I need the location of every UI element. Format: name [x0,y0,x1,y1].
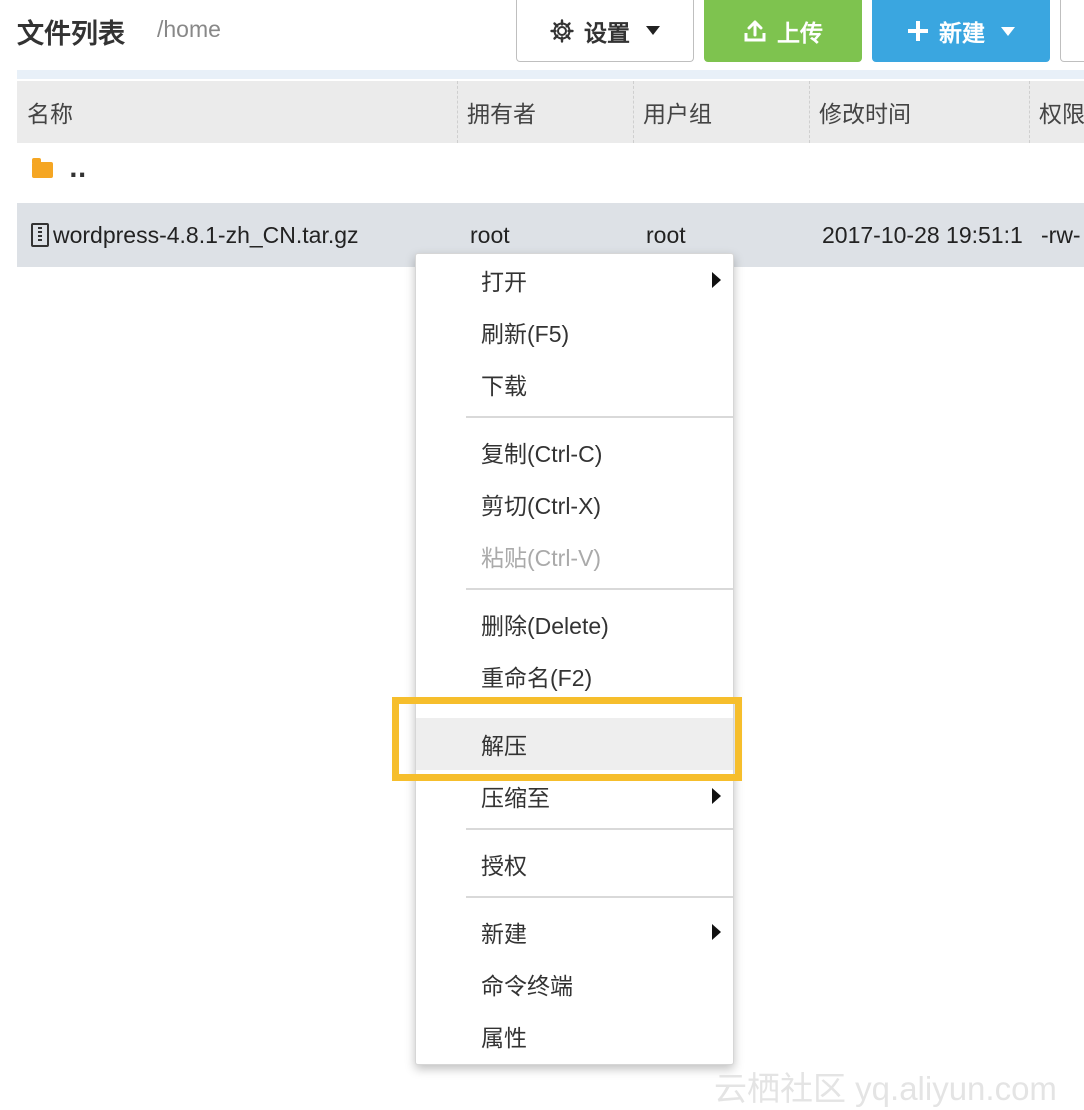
menu-item-download[interactable]: 下载 [416,358,733,410]
column-header-owner[interactable]: 拥有者 [457,81,633,143]
menu-item-label: 属性 [481,1025,527,1051]
settings-button[interactable]: 设置 [516,0,694,62]
menu-item-label: 命令终端 [481,973,573,999]
menu-item-properties[interactable]: 属性 [416,1010,733,1062]
menu-item-copy[interactable]: 复制(Ctrl-C) [416,426,733,478]
menu-item-label: 粘贴(Ctrl-V) [481,545,602,571]
parent-directory-label: .. [69,157,87,183]
watermark: 云栖社区 yq.aliyun.com [714,1070,1057,1107]
menu-item-label: 压缩至 [481,785,550,811]
upload-button[interactable]: 上传 [704,0,862,62]
menu-item-permission[interactable]: 授权 [416,838,733,890]
extra-button[interactable] [1060,0,1084,62]
menu-item-delete[interactable]: 删除(Delete) [416,598,733,650]
new-button[interactable]: 新建 [872,0,1050,62]
menu-item-new[interactable]: 新建 [416,906,733,958]
menu-separator [466,416,733,418]
menu-item-label: 新建 [481,921,527,947]
menu-item-label: 删除(Delete) [481,613,609,639]
menu-separator [466,896,733,898]
plus-icon [908,21,928,41]
file-name-cell: wordpress-4.8.1-zh_CN.tar.gz [31,203,451,267]
table-topline [17,70,1084,79]
context-menu: 打开 刷新(F5) 下载 复制(Ctrl-C) 剪切(Ctrl-X) 粘贴(Ct… [415,253,734,1065]
chevron-down-icon [646,26,660,35]
upload-icon [744,20,766,42]
archive-file-icon [31,223,49,247]
upload-label: 上传 [777,21,823,47]
file-name: wordpress-4.8.1-zh_CN.tar.gz [53,221,359,248]
table-header: 名称 拥有者 用户组 修改时间 权限 [17,81,1084,143]
menu-item-label: 复制(Ctrl-C) [481,441,603,467]
menu-item-cut[interactable]: 剪切(Ctrl-X) [416,478,733,530]
menu-item-refresh[interactable]: 刷新(F5) [416,306,733,358]
new-label: 新建 [939,21,985,47]
settings-label: 设置 [584,20,630,47]
breadcrumb[interactable]: /home [157,16,221,43]
menu-item-label: 打开 [481,269,527,295]
menu-item-label: 下载 [481,373,527,399]
menu-item-label: 授权 [481,853,527,879]
column-header-permission[interactable]: 权限 [1029,81,1084,143]
folder-icon [32,158,53,178]
chevron-right-icon [712,924,721,940]
menu-item-paste: 粘贴(Ctrl-V) [416,530,733,582]
gear-icon [550,18,574,43]
chevron-down-icon [1001,26,1015,36]
menu-separator [466,588,733,590]
menu-item-terminal[interactable]: 命令终端 [416,958,733,1010]
menu-separator [466,828,733,830]
menu-item-label: 刷新(F5) [481,321,570,347]
parent-directory-row[interactable]: .. [17,143,1084,203]
menu-item-label: 重命名(F2) [481,665,593,691]
permission-cell: -rw- [1041,221,1081,248]
chevron-right-icon [712,272,721,288]
chevron-right-icon [712,788,721,804]
menu-item-open[interactable]: 打开 [416,254,733,306]
column-header-group[interactable]: 用户组 [633,81,809,143]
modified-cell: 2017-10-28 19:51:1 [822,221,1023,248]
menu-item-rename[interactable]: 重命名(F2) [416,650,733,702]
page-title: 文件列表 [17,19,125,50]
column-header-modified[interactable]: 修改时间 [809,81,1029,143]
menu-item-label: 剪切(Ctrl-X) [481,493,602,519]
column-header-name[interactable]: 名称 [17,81,457,143]
highlight-box [392,697,742,781]
